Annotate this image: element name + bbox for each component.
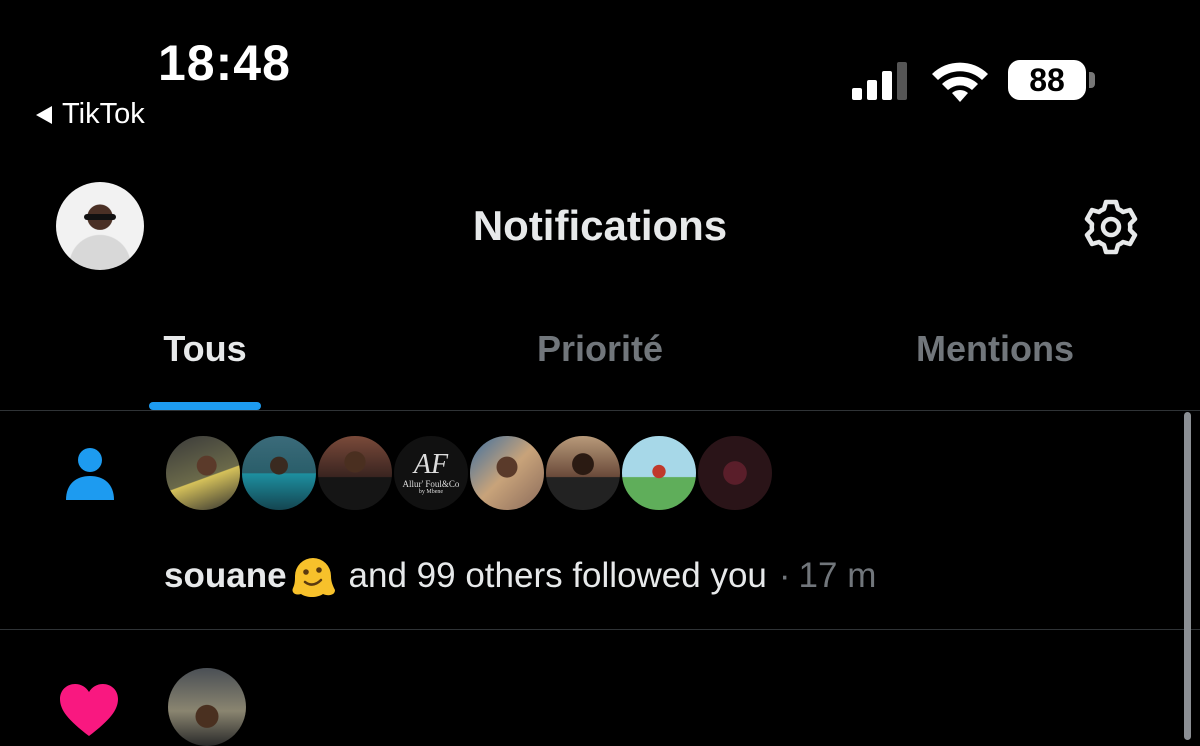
wifi-icon	[932, 62, 988, 102]
battery-nub	[1089, 72, 1095, 88]
liker-avatar[interactable]	[168, 668, 246, 746]
follower-avatar-logo[interactable]: AF Allur' Foul&Co by Mbene	[392, 434, 470, 512]
notification-time: 17 m	[798, 556, 877, 595]
person-icon	[66, 448, 114, 500]
logo-name: Allur' Foul&Co	[402, 479, 460, 489]
active-tab-indicator	[149, 402, 261, 410]
follower-avatar[interactable]	[620, 434, 698, 512]
follower-avatar[interactable]	[544, 434, 622, 512]
melting-face-emoji-icon	[292, 558, 335, 597]
notification-text: souane and 99 others followed you · 17 m	[164, 552, 876, 600]
back-triangle-icon	[36, 105, 52, 124]
back-app-label: TikTok	[62, 98, 145, 130]
status-time: 18:48	[158, 35, 291, 91]
cellular-signal-icon	[852, 62, 907, 100]
follower-avatar[interactable]	[240, 434, 318, 512]
tab-priorite[interactable]: Priorité	[537, 328, 663, 370]
notification-message: and 99 others followed you	[348, 556, 767, 595]
follower-avatar[interactable]	[164, 434, 242, 512]
heart-icon	[60, 684, 118, 736]
gear-icon[interactable]	[1080, 196, 1142, 258]
follower-avatar[interactable]	[696, 434, 774, 512]
tab-tous[interactable]: Tous	[163, 328, 246, 370]
logo-monogram: AF	[413, 449, 449, 480]
follower-avatar[interactable]	[468, 434, 546, 512]
notification-username[interactable]: souane	[164, 556, 287, 596]
logo-by: by Mbene	[418, 489, 444, 495]
follower-avatar[interactable]	[316, 434, 394, 512]
follower-avatars: AF Allur' Foul&Co by Mbene	[164, 434, 774, 512]
tab-mentions[interactable]: Mentions	[916, 328, 1074, 370]
row-divider	[0, 629, 1200, 630]
battery-indicator: 88	[1008, 60, 1086, 100]
page-title: Notifications	[472, 202, 728, 249]
scrollbar[interactable]	[1184, 412, 1191, 740]
back-to-app-link[interactable]: TikTok	[36, 98, 145, 131]
tabs-divider	[0, 410, 1200, 411]
notification-tabs: Tous Priorité Mentions	[0, 320, 1200, 410]
notification-separator: ·	[778, 556, 791, 595]
